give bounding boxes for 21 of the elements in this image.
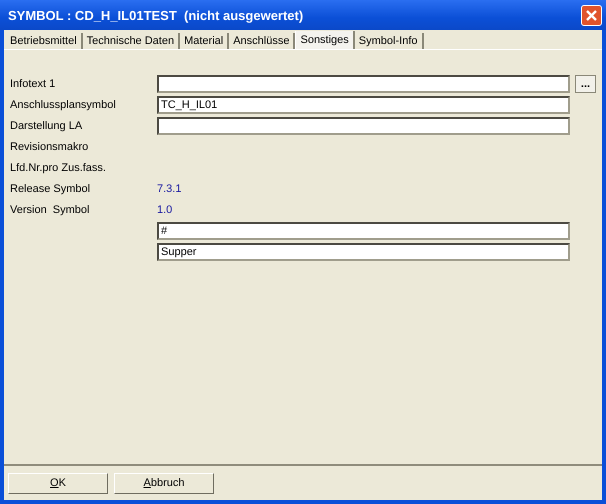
field-label: Darstellung LA xyxy=(10,120,82,132)
window-title: SYMBOL : CD_H_IL01TEST (nicht ausgewertet) xyxy=(8,8,304,22)
close-button[interactable] xyxy=(581,4,602,26)
field-label: Infotext 1 xyxy=(10,78,56,90)
input-field[interactable] xyxy=(157,75,570,93)
field-label: Revisionsmakro xyxy=(10,141,88,153)
input-field[interactable]: Supper xyxy=(157,243,570,261)
input-field[interactable]: # xyxy=(157,222,570,240)
close-icon xyxy=(585,8,598,22)
field-value: 7.3.1 xyxy=(157,183,182,195)
dialog-button[interactable]: Abbruch xyxy=(114,472,214,494)
dialog-button[interactable]: OK xyxy=(8,472,108,494)
browse-button[interactable]: ... xyxy=(575,75,596,93)
tab[interactable]: Sonstiges xyxy=(295,31,355,49)
input-field[interactable] xyxy=(157,117,570,135)
field-label: Anschlussplansymbol xyxy=(10,99,116,111)
input-field[interactable]: TC_H_IL01 xyxy=(157,96,570,114)
field-label: Version Symbol xyxy=(10,204,90,216)
field-value: 1.0 xyxy=(157,204,172,216)
field-label: Release Symbol xyxy=(10,183,90,195)
field-label: Lfd.Nr.pro Zus.fass. xyxy=(10,162,106,174)
